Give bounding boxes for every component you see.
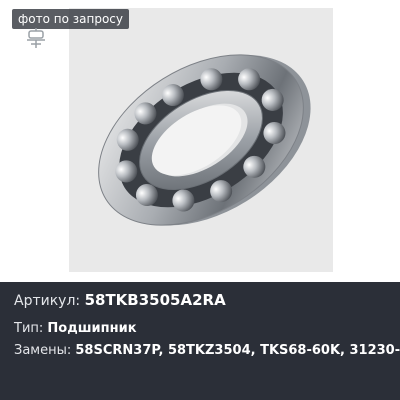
product-photo-area: фото по запросу [0,0,400,282]
photo-on-request-badge: фото по запросу [12,9,129,29]
sku-row: Артикул: 58TKB3505A2RA [14,291,226,309]
product-info-panel: Артикул: 58TKB3505A2RA Тип: Подшипник За… [0,282,400,400]
robot-icon [27,28,45,48]
replacements-row: Замены: 58SCRN37P, 58TKZ3504, TKS68-60K,… [14,343,400,358]
bearing-image [98,54,311,226]
replacements-label: Замены: [14,343,72,358]
type-row: Тип: Подшипник [14,321,137,336]
type-label: Тип: [14,321,44,336]
type-value: Подшипник [47,321,137,336]
replacements-value: 58SCRN37P, 58TKZ3504, TKS68-60K, 31230-6… [75,343,400,358]
sku-value: 58TKB3505A2RA [84,291,226,309]
sku-label: Артикул: [14,293,81,309]
